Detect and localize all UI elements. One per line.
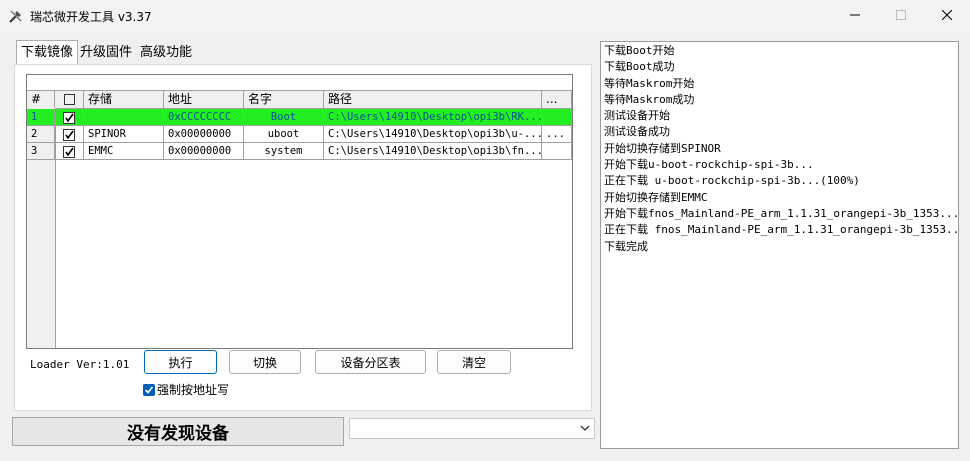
col-header-check[interactable] (55, 91, 84, 108)
loader-version: Loader Ver:1.01 (30, 358, 130, 371)
force-address-checkbox[interactable]: 强制按地址写 (143, 381, 229, 398)
close-icon (942, 10, 952, 20)
log-line: 正在下载 u-boot-rockchip-spi-3b...(100%) (604, 174, 860, 188)
row-checkbox[interactable] (55, 126, 84, 143)
maximize-icon (896, 10, 906, 20)
clear-button[interactable]: 清空 (437, 350, 511, 374)
row-storage (84, 109, 164, 126)
device-status: 没有发现设备 (12, 417, 344, 446)
title-bar: 瑞芯微开发工具 v3.37 (0, 0, 970, 32)
force-address-label: 强制按地址写 (157, 383, 230, 397)
col-header-num: # (27, 91, 55, 108)
tab-download-image[interactable]: 下载镜像 (16, 40, 79, 65)
row-more-button[interactable] (542, 109, 572, 126)
col-header-address: 地址 (164, 91, 244, 108)
maximize-button[interactable] (878, 0, 924, 30)
image-table[interactable]: # 存储 地址 名字 路径 ... 1 0xCCCCCCCC Boot C:\U… (26, 74, 573, 349)
col-header-more: ... (542, 91, 572, 108)
tab-upgrade-firmware[interactable]: 升级固件 (76, 42, 136, 64)
close-button[interactable] (924, 0, 970, 30)
log-line: 开始切换存储到EMMC (604, 190, 708, 204)
col-header-path: 路径 (324, 91, 542, 108)
table-row[interactable]: 1 0xCCCCCCCC Boot C:\Users\14910\Desktop… (27, 109, 572, 126)
row-checkbox[interactable] (55, 143, 84, 160)
row-address[interactable]: 0x00000000 (164, 126, 244, 143)
log-line: 测试设备成功 (604, 125, 670, 139)
row-name: uboot (244, 126, 324, 143)
log-line: 等待Maskrom开始 (604, 76, 695, 90)
log-line: 下载Boot成功 (604, 60, 675, 74)
minimize-icon (850, 14, 860, 16)
log-line: 正在下载 fnos_Mainland-PE_arm_1.1.31_orangep… (604, 223, 959, 237)
checkbox-checked-icon[interactable] (143, 383, 155, 396)
row-path[interactable]: C:\Users\14910\Desktop\opi3b\fn... (324, 143, 542, 160)
table-row[interactable]: 2 SPINOR 0x00000000 uboot C:\Users\14910… (27, 126, 572, 143)
window-title: 瑞芯微开发工具 v3.37 (30, 10, 152, 24)
log-line: 测试设备开始 (604, 109, 670, 123)
log-line: 等待Maskrom成功 (604, 92, 695, 106)
row-number: 2 (27, 126, 55, 143)
col-header-name: 名字 (244, 91, 324, 108)
checkbox-checked-icon[interactable] (63, 112, 75, 124)
minimize-button[interactable] (832, 0, 878, 30)
row-more-button[interactable]: ... (542, 126, 572, 143)
row-more-button[interactable] (542, 143, 572, 160)
log-line: 下载完成 (604, 239, 648, 253)
select-all-checkbox-icon[interactable] (64, 94, 75, 105)
row-path[interactable]: C:\Users\14910\Desktop\opi3b\u-... (324, 126, 542, 143)
execute-button[interactable]: 执行 (144, 350, 217, 374)
row-number: 1 (27, 109, 55, 126)
table-toolbar-strip (27, 75, 572, 91)
row-storage: EMMC (84, 143, 164, 160)
checkbox-checked-icon[interactable] (63, 129, 75, 141)
chevron-down-icon (580, 425, 590, 431)
log-line: 开始切换存储到SPINOR (604, 141, 721, 155)
app-tools-icon (9, 10, 22, 23)
table-header: # 存储 地址 名字 路径 ... (27, 91, 572, 109)
row-address[interactable]: 0xCCCCCCCC (164, 109, 244, 126)
row-storage: SPINOR (84, 126, 164, 143)
col-header-storage: 存储 (84, 91, 164, 108)
row-name: system (244, 143, 324, 160)
row-name: Boot (244, 109, 324, 126)
row-checkbox[interactable] (55, 109, 84, 126)
log-line: 下载Boot开始 (604, 44, 675, 57)
log-line: 开始下载u-boot-rockchip-spi-3b... (604, 158, 814, 172)
checkbox-checked-icon[interactable] (63, 146, 75, 158)
switch-button[interactable]: 切换 (229, 350, 301, 374)
row-address[interactable]: 0x00000000 (164, 143, 244, 160)
row-path[interactable]: C:\Users\14910\Desktop\opi3b\RK... (324, 109, 542, 126)
table-row[interactable]: 3 EMMC 0x00000000 system C:\Users\14910\… (27, 143, 572, 160)
row-number: 3 (27, 143, 55, 160)
log-panel[interactable]: 下载Boot开始 下载Boot成功 等待Maskrom开始 等待Maskrom成… (600, 41, 959, 449)
partition-table-button[interactable]: 设备分区表 (315, 350, 426, 374)
device-select[interactable] (349, 418, 595, 439)
log-line: 开始下载fnos_Mainland-PE_arm_1.1.31_orangepi… (604, 206, 959, 220)
tab-advanced-functions[interactable]: 高级功能 (136, 42, 196, 64)
